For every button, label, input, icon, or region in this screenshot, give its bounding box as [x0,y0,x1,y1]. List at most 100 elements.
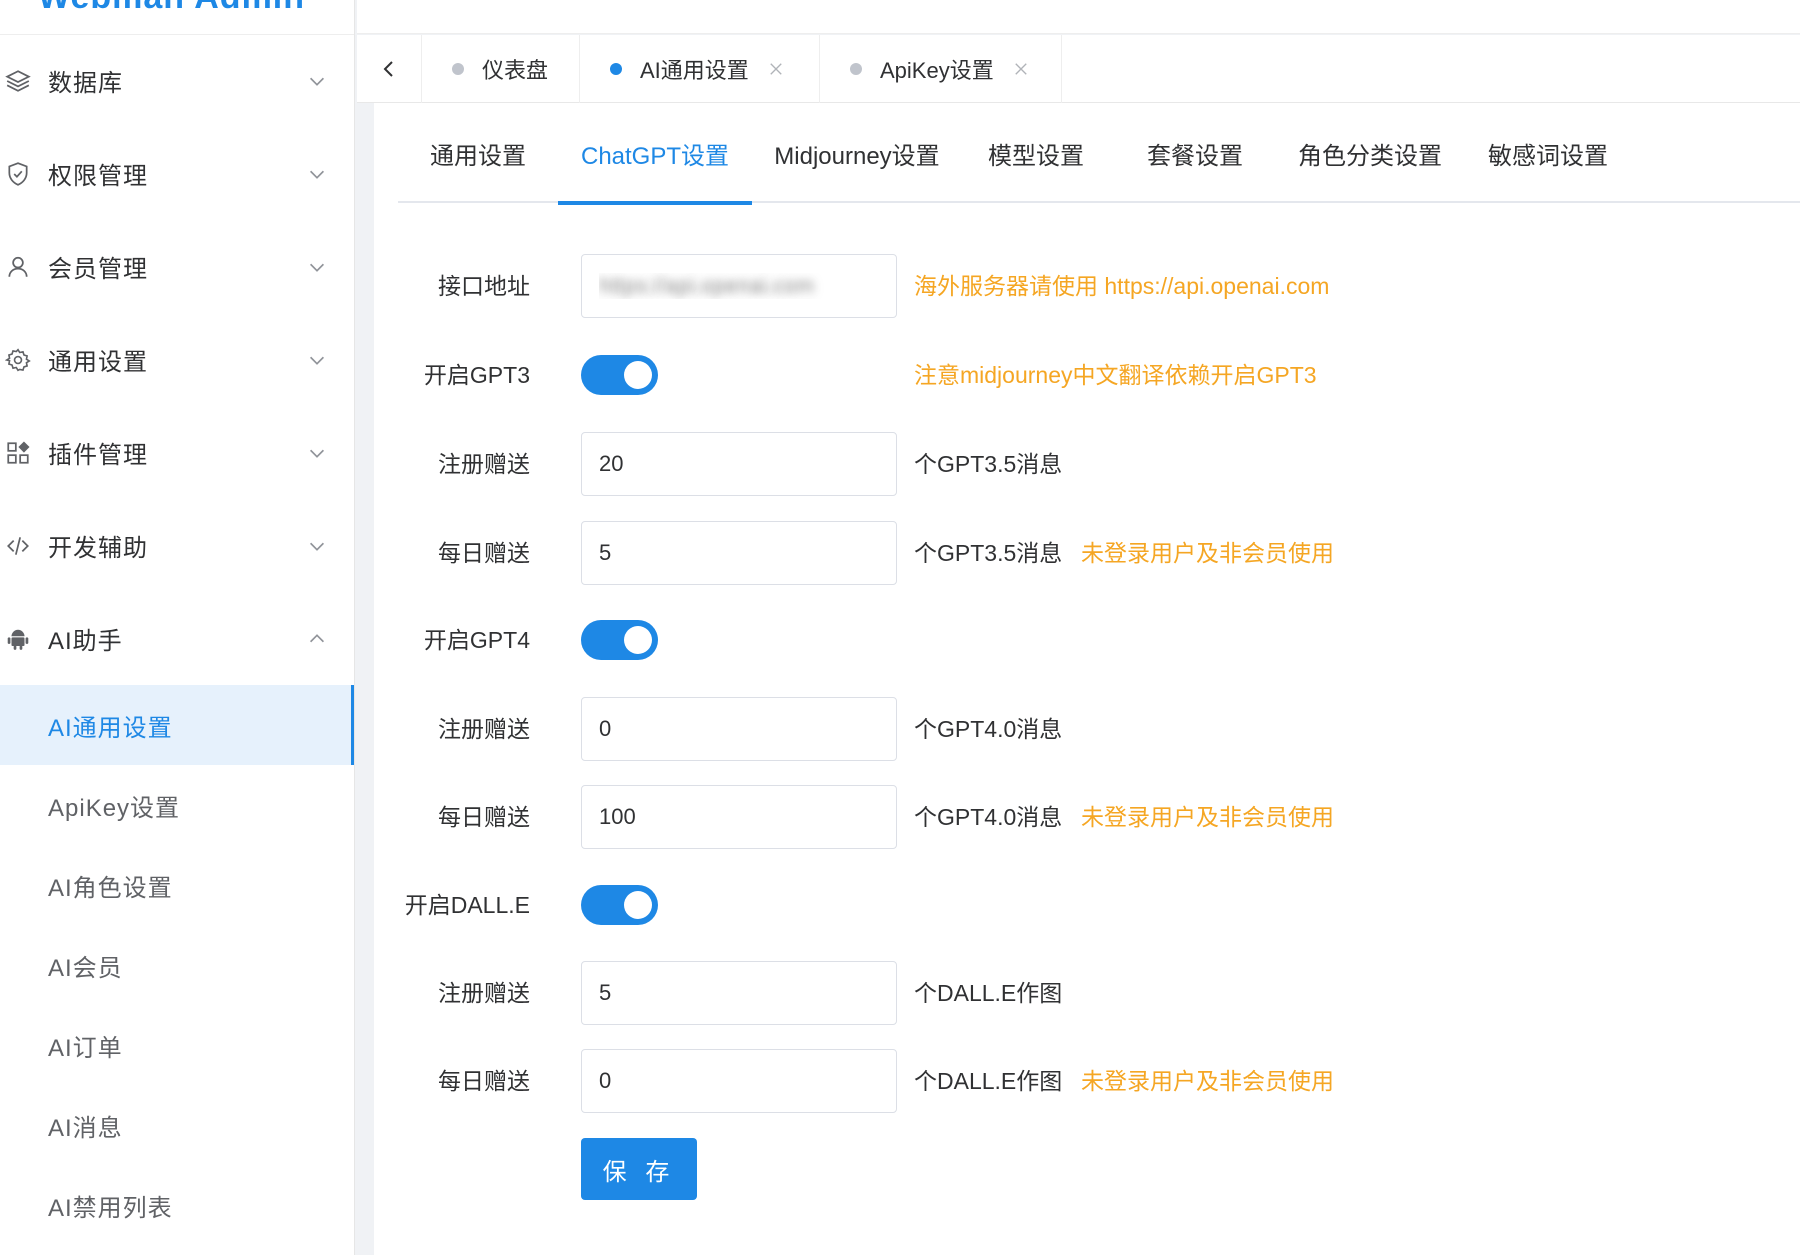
sidebar-item-label: AI通用设置 [48,714,173,742]
form-label: 每日赠送 [438,1068,530,1094]
form-suffix: 个GPT3.5消息 [914,540,1063,566]
tab-sensitive-words-settings[interactable]: 敏感词设置 [1460,103,1636,203]
tab-role-category-settings[interactable]: 角色分类设置 [1280,103,1460,203]
gpt35-register-input[interactable] [581,432,897,496]
form-row-gpt4-daily: 每日赠送 个GPT4.0消息 未登录用户及非会员使用 [374,785,1800,849]
form-label: 注册赠送 [438,716,530,742]
sidebar-item-general-settings[interactable]: 通用设置 [0,313,354,406]
sidebar-item-label: AI消息 [48,1114,123,1142]
form-row-dalle-toggle: 开启DALL.E [374,873,1800,937]
sidebar-item-label: 通用设置 [48,349,148,376]
form-label: 注册赠送 [438,980,530,1006]
form-row-gpt4-toggle: 开启GPT4 [374,608,1800,672]
switch-knob [624,626,652,654]
chevron-down-icon [309,77,325,86]
chevron-down-icon [309,542,325,551]
chevron-down-icon [309,356,325,365]
chevron-left-icon [383,61,393,77]
form-label: 开启GPT4 [423,627,530,653]
sidebar-item-label: AI会员 [48,954,123,982]
sidebar-item-database[interactable]: 数据库 [0,34,354,127]
form-row-gpt35-register: 注册赠送 个GPT3.5消息 [374,432,1800,496]
close-icon[interactable] [767,60,785,78]
gear-icon [4,346,32,374]
sidebar-item-label: 数据库 [48,70,123,97]
form-label: 注册赠送 [438,451,530,477]
sidebar-item-label: ApiKey设置 [48,794,181,822]
settings-card: 通用设置 ChatGPT设置 Midjourney设置 模型设置 套餐设置 角色… [374,103,1800,1255]
sidebar-item-members[interactable]: 会员管理 [0,220,354,313]
page-tab-label: AI通用设置 [640,58,749,83]
app-title: Webman Admin [38,0,305,17]
sidebar-item-label: AI禁用列表 [48,1194,173,1222]
sidebar-item-label: 插件管理 [48,442,148,469]
sidebar-item-ai-general-settings[interactable]: AI通用设置 [0,685,354,765]
sidebar-item-ai-orders[interactable]: AI订单 [0,1005,354,1085]
gpt35-daily-input[interactable] [581,521,897,585]
apps-icon [4,439,32,467]
sidebar-item-label: AI角色设置 [48,874,173,902]
tab-general-settings[interactable]: 通用设置 [398,103,558,203]
page-tabs-bar: 仪表盘 AI通用设置 ApiKey设置 [357,35,1800,103]
gpt3-switch[interactable] [581,355,658,395]
form-suffix: 个DALL.E作图 [914,1068,1063,1094]
tabs-back-button[interactable] [357,35,422,103]
dalle-switch[interactable] [581,885,658,925]
user-icon [4,253,32,281]
sidebar-item-ai-role-settings[interactable]: AI角色设置 [0,845,354,925]
gpt4-switch[interactable] [581,620,658,660]
form-label: 每日赠送 [438,804,530,830]
form-suffix: 个DALL.E作图 [914,980,1063,1006]
form-suffix: 个GPT3.5消息 [914,451,1063,477]
sidebar-item-ai-assistant[interactable]: AI助手 [0,592,354,685]
layers-icon [4,67,32,95]
android-icon [4,625,32,653]
form-row-dalle-daily: 每日赠送 个DALL.E作图 未登录用户及非会员使用 [374,1049,1800,1113]
sidebar-item-apikey-settings[interactable]: ApiKey设置 [0,765,354,845]
form-row-gpt35-daily: 每日赠送 个GPT3.5消息 未登录用户及非会员使用 [374,521,1800,585]
code-icon [4,532,32,560]
sidebar-item-dev-tools[interactable]: 开发辅助 [0,499,354,592]
gpt4-register-input[interactable] [581,697,897,761]
page-tab-dashboard[interactable]: 仪表盘 [422,35,580,103]
tab-model-settings[interactable]: 模型设置 [962,103,1110,203]
sidebar-item-label: 会员管理 [48,256,148,283]
tab-midjourney-settings[interactable]: Midjourney设置 [752,103,962,203]
form-row-dalle-register: 注册赠送 个DALL.E作图 [374,961,1800,1025]
chevron-up-icon [309,633,325,642]
sidebar-item-label: AI订单 [48,1034,123,1062]
shield-check-icon [4,160,32,188]
sidebar-item-ai-ban-list[interactable]: AI禁用列表 [0,1165,354,1245]
form-label: 每日赠送 [438,540,530,566]
chevron-down-icon [309,449,325,458]
form-suffix: 个GPT4.0消息 [914,804,1063,830]
save-button[interactable]: 保 存 [581,1138,697,1200]
top-header [357,0,1800,34]
close-icon[interactable] [1012,60,1030,78]
form-label: 接口地址 [438,273,530,299]
form-hint: 注意midjourney中文翻译依赖开启GPT3 [914,362,1317,388]
page-tab-ai-general-settings[interactable]: AI通用设置 [580,35,820,103]
form-row-api-url: 接口地址 海外服务器请使用 https://api.openai.com [374,254,1800,318]
tab-chatgpt-settings[interactable]: ChatGPT设置 [558,103,752,205]
page-tab-label: ApiKey设置 [880,58,994,83]
sidebar-item-permissions[interactable]: 权限管理 [0,127,354,220]
page-tab-apikey-settings[interactable]: ApiKey设置 [820,35,1062,103]
dalle-register-input[interactable] [581,961,897,1025]
form-label: 开启GPT3 [423,362,530,388]
chevron-down-icon [309,170,325,179]
sidebar-item-plugins[interactable]: 插件管理 [0,406,354,499]
dalle-daily-input[interactable] [581,1049,897,1113]
tab-package-settings[interactable]: 套餐设置 [1110,103,1280,203]
page-tab-label: 仪表盘 [482,58,549,83]
sidebar-item-label: 开发辅助 [48,535,148,562]
form-hint: 未登录用户及非会员使用 [1081,540,1334,566]
settings-sub-tabs: 通用设置 ChatGPT设置 Midjourney设置 模型设置 套餐设置 角色… [398,103,1800,205]
api-url-input[interactable] [581,254,897,318]
sidebar-item-ai-members[interactable]: AI会员 [0,925,354,1005]
gpt4-daily-input[interactable] [581,785,897,849]
sidebar-item-ai-messages[interactable]: AI消息 [0,1085,354,1165]
form-suffix: 个GPT4.0消息 [914,716,1063,742]
form-hint: 未登录用户及非会员使用 [1081,804,1334,830]
form-hint: 未登录用户及非会员使用 [1081,1068,1334,1094]
